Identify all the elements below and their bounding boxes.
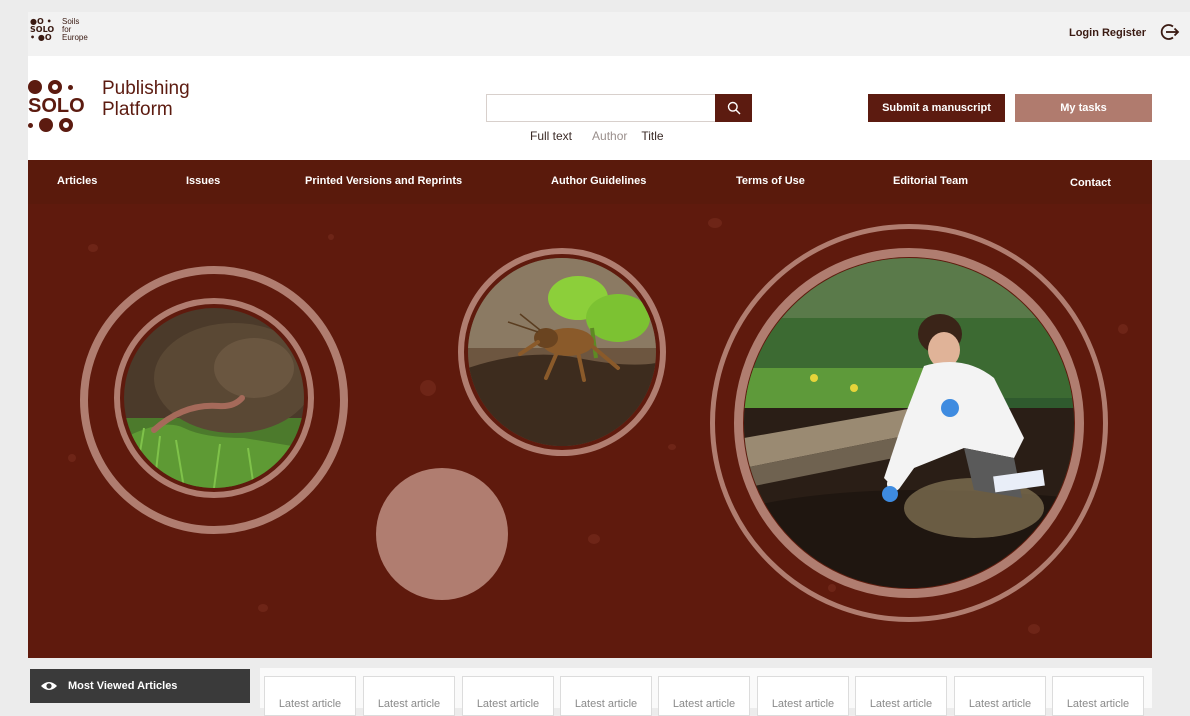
- nav-contact[interactable]: Contact: [1070, 177, 1111, 189]
- logo-word: SOLO: [28, 95, 85, 117]
- eye-icon: [41, 682, 57, 690]
- nav-articles[interactable]: Articles: [57, 175, 97, 187]
- main-nav: Articles Issues Printed Versions and Rep…: [28, 160, 1152, 204]
- latest-article-card[interactable]: Latest article: [954, 676, 1046, 716]
- latest-article-card[interactable]: Latest article: [462, 676, 554, 716]
- hero-decor-disk: [376, 468, 508, 600]
- earthworm-photo: [124, 308, 304, 488]
- platform-title-line1: Publishing: [102, 78, 190, 99]
- nav-author-guidelines[interactable]: Author Guidelines: [551, 175, 646, 187]
- nav-printed-versions[interactable]: Printed Versions and Reprints: [305, 175, 462, 187]
- most-viewed-label: Most Viewed Articles: [68, 680, 178, 692]
- platform-title-line2: Platform: [102, 99, 173, 120]
- login-register-link[interactable]: Login Register: [1069, 27, 1146, 39]
- logo-dots-bottom: [28, 116, 85, 134]
- mole-cricket-photo: [468, 258, 656, 446]
- latest-article-card[interactable]: Latest article: [1052, 676, 1144, 716]
- search-mode-title[interactable]: Title: [641, 129, 663, 143]
- submit-manuscript-button[interactable]: Submit a manuscript: [868, 94, 1005, 122]
- bottom-section: Most Viewed Articles Latest article Late…: [28, 658, 1152, 716]
- nav-issues[interactable]: Issues: [186, 175, 220, 187]
- latest-article-card[interactable]: Latest article: [264, 676, 356, 716]
- nav-editorial-team[interactable]: Editorial Team: [893, 175, 968, 187]
- latest-article-card[interactable]: Latest article: [560, 676, 652, 716]
- solo-logo[interactable]: SOLO: [28, 78, 85, 134]
- logo-dots-top: [28, 78, 85, 96]
- logout-icon[interactable]: [1160, 22, 1180, 42]
- site-header: SOLO Publishing Platform Full text Autho…: [28, 56, 1190, 160]
- scientist-photo: [744, 258, 1074, 588]
- platform-title: Publishing Platform: [102, 78, 190, 120]
- latest-article-card[interactable]: Latest article: [363, 676, 455, 716]
- search-icon: [727, 101, 740, 115]
- search-input[interactable]: [486, 94, 716, 122]
- small-logo-text: Soils for Europe: [62, 17, 88, 42]
- latest-articles-strip: Latest article Latest article Latest art…: [260, 668, 1152, 716]
- search-mode-fulltext[interactable]: Full text: [530, 129, 572, 143]
- most-viewed-tab[interactable]: Most Viewed Articles: [30, 669, 250, 703]
- nav-terms-of-use[interactable]: Terms of Use: [736, 175, 805, 187]
- latest-article-card[interactable]: Latest article: [658, 676, 750, 716]
- latest-article-card[interactable]: Latest article: [855, 676, 947, 716]
- my-tasks-button[interactable]: My tasks: [1015, 94, 1152, 122]
- latest-article-card[interactable]: Latest article: [757, 676, 849, 716]
- small-logo[interactable]: ●O • SOLO • ●O Soils for Europe: [30, 18, 88, 42]
- search-mode-author[interactable]: Author: [592, 129, 627, 143]
- small-logo-marks: ●O • SOLO • ●O: [30, 17, 55, 42]
- top-bar: ●O • SOLO • ●O Soils for Europe Login Re…: [28, 12, 1190, 56]
- search-bar: [486, 94, 752, 122]
- search-mode-options: Full text Author Title: [530, 129, 664, 143]
- search-button[interactable]: [715, 94, 752, 122]
- hero-banner: [28, 204, 1152, 658]
